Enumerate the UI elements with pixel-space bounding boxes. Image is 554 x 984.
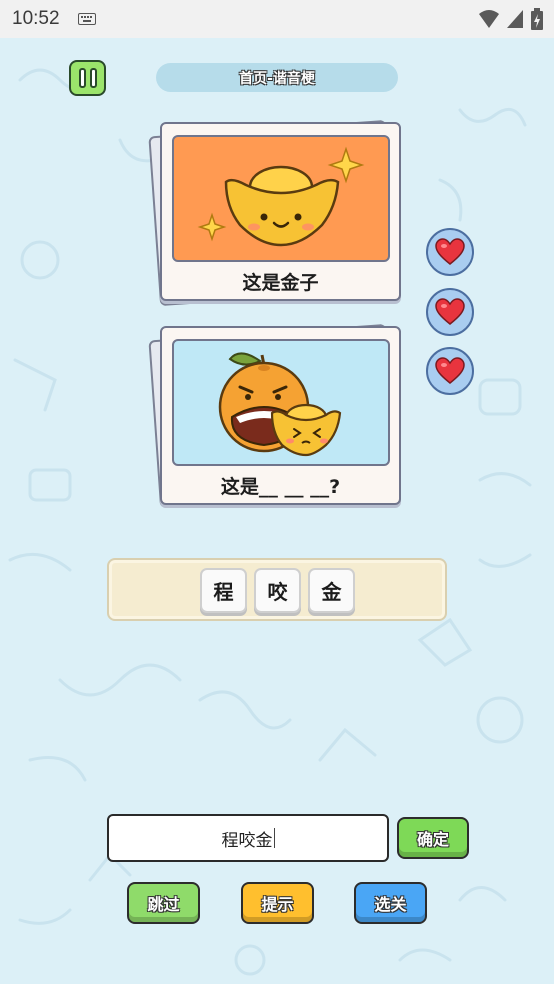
question-caption: 这是__ __ __? (220, 476, 341, 498)
character-tray: 程 咬 金 (107, 558, 447, 621)
heart-icon (435, 298, 465, 325)
life-heart-1 (426, 228, 474, 276)
answer-input[interactable]: 程咬金 (107, 814, 389, 862)
orange-biting-gold-image (172, 339, 390, 466)
char-tile-3[interactable]: 金 (308, 568, 355, 613)
confirm-button[interactable]: 确定 (397, 817, 469, 859)
hint-button[interactable]: 提示 (241, 882, 314, 924)
heart-icon (435, 357, 465, 384)
char-tile-1[interactable]: 程 (200, 568, 247, 613)
char-tile-2[interactable]: 咬 (254, 568, 301, 613)
pause-button[interactable] (69, 60, 106, 96)
status-time: 10:52 (12, 8, 60, 29)
status-bar: 10:52 (0, 0, 554, 38)
answer-input-value: 程咬金 (221, 830, 273, 851)
skip-button[interactable]: 跳过 (127, 882, 200, 924)
level-select-button[interactable]: 选关 (354, 882, 427, 924)
heart-icon (435, 238, 465, 265)
clue-card: 这是金子 (160, 122, 401, 301)
life-heart-3 (426, 347, 474, 395)
battery-icon (531, 8, 543, 30)
page-title: 首页-谐音梗 (156, 63, 398, 92)
pause-icon (78, 68, 86, 88)
gold-ingot-image (172, 135, 390, 262)
keyboard-icon (77, 13, 96, 25)
signal-icon (507, 10, 523, 28)
card-caption: 这是金子 (242, 272, 319, 294)
wifi-icon (479, 10, 499, 28)
text-caret (273, 828, 275, 848)
life-heart-2 (426, 288, 474, 336)
question-card: 这是__ __ __? (160, 326, 401, 505)
